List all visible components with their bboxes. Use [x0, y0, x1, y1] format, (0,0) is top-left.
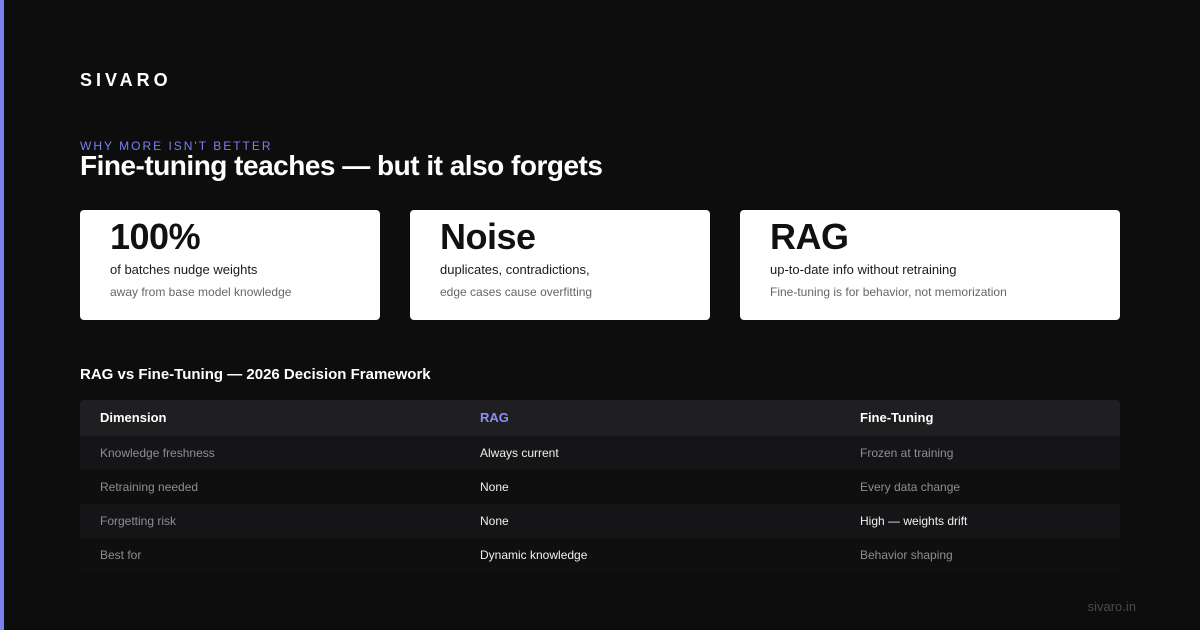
page-title: Fine-tuning teaches — but it also forget…	[80, 150, 603, 181]
table-header-row: Dimension RAG Fine-Tuning	[80, 400, 1120, 436]
stat-value: RAG	[770, 216, 849, 257]
cell-dimension: Knowledge freshness	[100, 446, 215, 460]
cell-rag: Dynamic knowledge	[480, 548, 588, 562]
cell-rag: None	[480, 480, 509, 494]
stat-card-batches: 100% of batches nudge weights away from …	[80, 210, 380, 320]
stat-subtext: edge cases cause overfitting	[440, 285, 593, 299]
header-fine-tuning: Fine-Tuning	[860, 410, 934, 425]
table-row: Forgetting risk None High — weights drif…	[80, 504, 1120, 538]
stat-description: of batches nudge weights	[110, 262, 258, 277]
cell-rag: None	[480, 514, 509, 528]
brand-logo: SIVARO	[80, 70, 172, 90]
cell-fine-tuning: Behavior shaping	[860, 548, 953, 562]
cell-fine-tuning: Every data change	[860, 480, 961, 494]
stat-description: duplicates, contradictions,	[440, 262, 590, 277]
table-row: Knowledge freshness Always current Froze…	[80, 436, 1120, 470]
stat-value: Noise	[440, 216, 536, 257]
stat-subtext: away from base model knowledge	[110, 285, 292, 299]
stat-description: up-to-date info without retraining	[770, 262, 957, 277]
cell-fine-tuning: High — weights drift	[860, 514, 968, 528]
cell-dimension: Best for	[100, 548, 142, 562]
stat-value: 100%	[110, 216, 201, 257]
table-row: Retraining needed None Every data change	[80, 470, 1120, 504]
cell-fine-tuning: Frozen at training	[860, 446, 954, 460]
footer-url: sivaro.in	[1087, 599, 1136, 614]
cell-dimension: Retraining needed	[100, 480, 199, 494]
stat-card-noise: Noise duplicates, contradictions, edge c…	[410, 210, 710, 320]
stat-card-rag: RAG up-to-date info without retraining F…	[740, 210, 1120, 320]
comparison-table: Dimension RAG Fine-Tuning Knowledge fres…	[80, 400, 1120, 572]
stat-subtext: Fine-tuning is for behavior, not memoriz…	[770, 285, 1007, 299]
accent-bar	[0, 0, 4, 630]
cell-dimension: Forgetting risk	[100, 514, 177, 528]
cell-rag: Always current	[480, 446, 559, 460]
header-dimension: Dimension	[100, 410, 167, 425]
table-row: Best for Dynamic knowledge Behavior shap…	[80, 538, 1120, 572]
header-rag: RAG	[480, 410, 509, 425]
table-title: RAG vs Fine-Tuning — 2026 Decision Frame…	[80, 366, 431, 383]
